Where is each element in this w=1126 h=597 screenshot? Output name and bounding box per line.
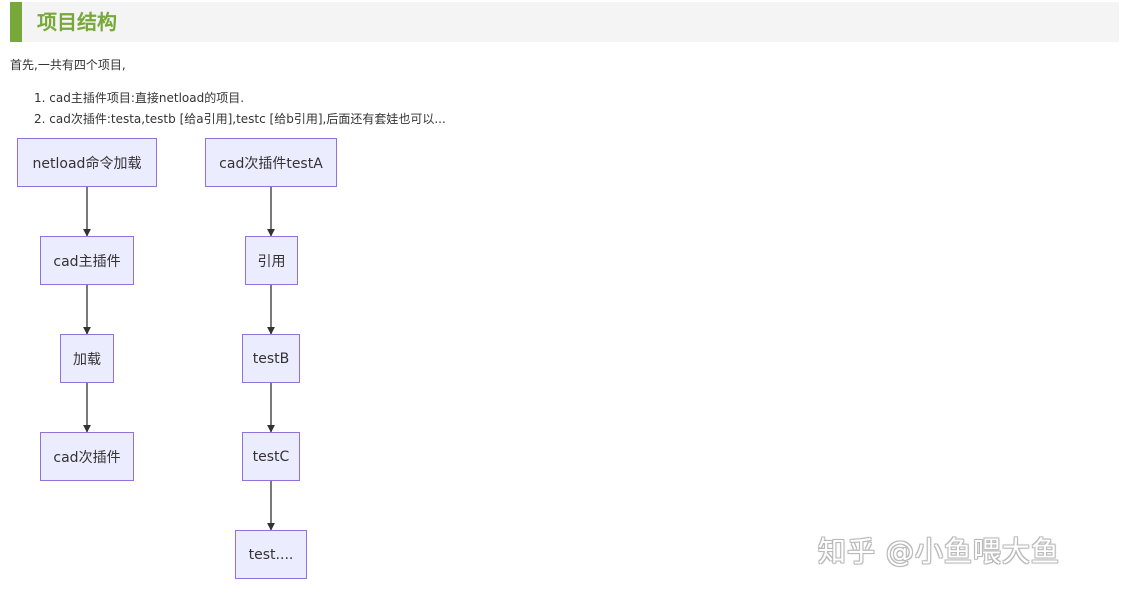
flow-node-testb: testB <box>242 334 300 383</box>
flow-node-cad-sub-plugin-testa: cad次插件testA <box>205 138 337 187</box>
flow-node-reference: 引用 <box>245 236 298 285</box>
flow-node-load: 加载 <box>60 334 114 383</box>
flowchart-arrows <box>83 187 275 531</box>
flow-node-testc: testC <box>242 432 300 481</box>
flow-node-netload-command: netload命令加载 <box>17 138 157 187</box>
flow-node-test-more: test.... <box>235 530 307 579</box>
flow-node-cad-main-plugin: cad主插件 <box>40 236 134 285</box>
flow-node-cad-sub-plugin: cad次插件 <box>40 432 134 481</box>
watermark: 知乎 @小鱼喂大鱼 <box>818 535 1060 568</box>
